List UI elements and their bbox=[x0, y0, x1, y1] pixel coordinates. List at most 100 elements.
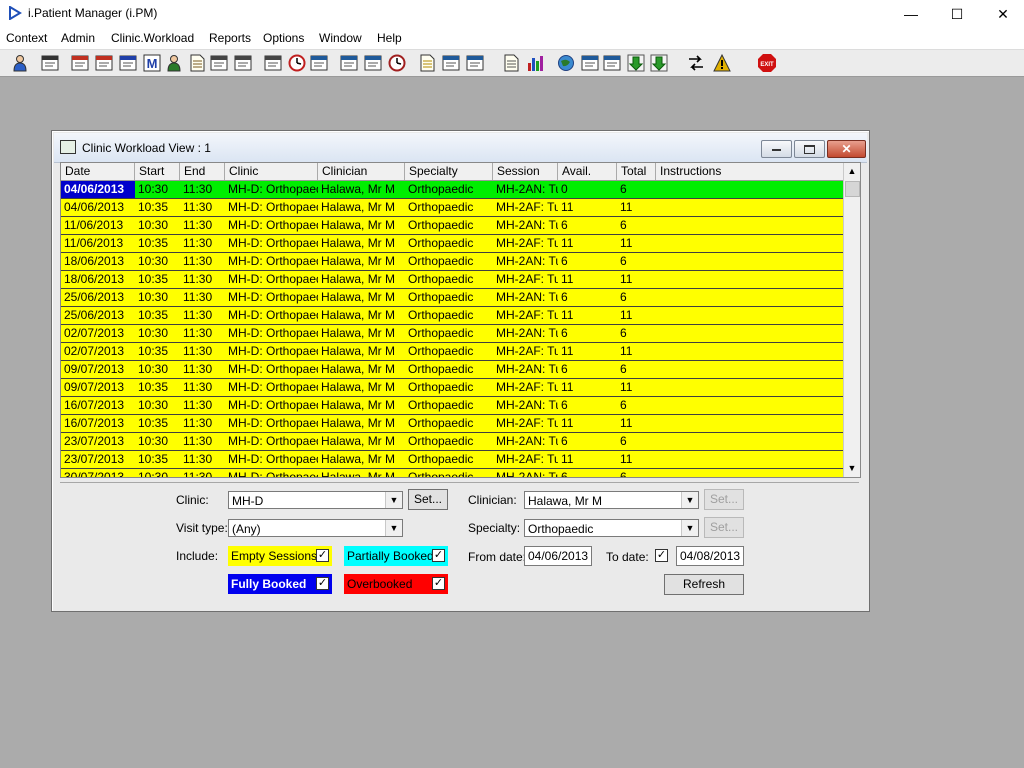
to-date-checkbox[interactable]: ✓ bbox=[655, 549, 668, 562]
column-header-session[interactable]: Session bbox=[493, 163, 558, 180]
letter-m-toolbar-button[interactable]: M bbox=[141, 52, 163, 74]
search-toolbar-button[interactable] bbox=[262, 52, 284, 74]
scroll-up-icon[interactable]: ▲ bbox=[844, 163, 860, 180]
column-header-end[interactable]: End bbox=[180, 163, 225, 180]
table-row[interactable]: 04/06/201310:30 11:30 MH-D: OrthopaedicHal… bbox=[61, 181, 844, 199]
cell-instructions bbox=[656, 397, 844, 414]
chart-toolbar-button[interactable] bbox=[524, 52, 546, 74]
clinician-set-button[interactable]: Set... bbox=[704, 489, 744, 510]
clinic-select[interactable]: MH-D ▼ bbox=[228, 491, 403, 509]
book-toolbar-button[interactable] bbox=[69, 52, 91, 74]
table-row[interactable]: 25/06/2013 10:35 11:30 MH-D: OrthopaedicHal… bbox=[61, 307, 844, 325]
menu-window[interactable]: Window bbox=[319, 31, 362, 45]
chevron-down-icon[interactable]: ▼ bbox=[385, 492, 402, 508]
table-row[interactable]: 16/07/2013 10:35 11:30 MH-D: OrthopaedicHal… bbox=[61, 415, 844, 433]
clock-toolbar-button[interactable] bbox=[286, 52, 308, 74]
scroll-down-icon[interactable]: ▼ bbox=[844, 460, 860, 477]
chevron-down-icon[interactable]: ▼ bbox=[385, 520, 402, 536]
chevron-down-icon[interactable]: ▼ bbox=[681, 520, 698, 536]
specialty-set-button[interactable]: Set... bbox=[704, 517, 744, 538]
menu-options[interactable]: Options bbox=[263, 31, 304, 45]
target-toolbar-button[interactable] bbox=[386, 52, 408, 74]
legend-overbooked[interactable]: Overbooked ✓ bbox=[344, 574, 448, 594]
table-row[interactable]: 02/07/2013 10:30 11:30 MH-D: OrthopaedicHal… bbox=[61, 325, 844, 343]
fully-booked-checkbox[interactable]: ✓ bbox=[316, 577, 329, 590]
column-header-instructions[interactable]: Instructions bbox=[656, 163, 844, 180]
warning-toolbar-button[interactable] bbox=[711, 52, 733, 74]
legend-fully-booked[interactable]: Fully Booked ✓ bbox=[228, 574, 332, 594]
table-row[interactable]: 23/07/2013 10:30 11:30 MH-D: OrthopaedicHal… bbox=[61, 433, 844, 451]
minimize-button[interactable]: — bbox=[888, 0, 934, 28]
table-row[interactable]: 18/06/2013 10:30 11:30 MH-D: OrthopaedicHal… bbox=[61, 253, 844, 271]
visit-type-select[interactable]: (Any) ▼ bbox=[228, 519, 403, 537]
table-row[interactable]: 11/06/2013 10:30 11:30 MH-D: OrthopaedicHal… bbox=[61, 217, 844, 235]
clinician-select[interactable]: Halawa, Mr M ▼ bbox=[524, 491, 699, 509]
specialty-select[interactable]: Orthopaedic ▼ bbox=[524, 519, 699, 537]
menu-clinic-workload[interactable]: Clinic.Workload bbox=[111, 31, 194, 45]
column-header-clinician[interactable]: Clinician bbox=[318, 163, 405, 180]
table-row[interactable]: 09/07/2013 10:30 11:30 MH-D: OrthopaedicHal… bbox=[61, 361, 844, 379]
checklist-toolbar-button[interactable] bbox=[579, 52, 601, 74]
notes-toolbar-button[interactable] bbox=[186, 52, 208, 74]
overbooked-checkbox[interactable]: ✓ bbox=[432, 577, 445, 590]
partially-booked-checkbox[interactable]: ✓ bbox=[432, 549, 445, 562]
table-row[interactable]: 25/06/2013 10:30 11:30 MH-D: OrthopaedicHal… bbox=[61, 289, 844, 307]
list-toolbar-button[interactable] bbox=[362, 52, 384, 74]
window-close-button[interactable]: ✕ bbox=[827, 140, 866, 158]
column-header-total[interactable]: Total bbox=[617, 163, 656, 180]
doctor-toolbar-button[interactable] bbox=[163, 52, 185, 74]
patient-toolbar-button[interactable] bbox=[9, 52, 31, 74]
referral-toolbar-button[interactable] bbox=[208, 52, 230, 74]
table-row[interactable]: 11/06/2013 10:35 11:30 MH-D: OrthopaedicHal… bbox=[61, 235, 844, 253]
refresh-button[interactable]: Refresh bbox=[664, 574, 744, 595]
scroll-thumb[interactable] bbox=[845, 181, 860, 197]
document-toolbar-button[interactable] bbox=[500, 52, 522, 74]
table-row[interactable]: 23/07/2013 10:35 11:30 MH-D: OrthopaedicHal… bbox=[61, 451, 844, 469]
column-header-clinic[interactable]: Clinic bbox=[225, 163, 318, 180]
window-toolbar-button[interactable] bbox=[338, 52, 360, 74]
clinic-set-button[interactable]: Set... bbox=[408, 489, 448, 510]
refresh-green-toolbar-button[interactable] bbox=[648, 52, 670, 74]
window-restore-button[interactable] bbox=[794, 140, 825, 158]
table-row[interactable]: 02/07/2013 10:35 11:30 MH-D: OrthopaedicHal… bbox=[61, 343, 844, 361]
chevron-down-icon[interactable]: ▼ bbox=[681, 492, 698, 508]
bed-toolbar-button[interactable] bbox=[440, 52, 462, 74]
table-row[interactable]: 18/06/2013 10:35 11:30 MH-D: OrthopaedicHal… bbox=[61, 271, 844, 289]
printer-toolbar-button[interactable] bbox=[39, 52, 61, 74]
menu-admin[interactable]: Admin bbox=[61, 31, 95, 45]
menu-context[interactable]: Context bbox=[6, 31, 47, 45]
monitor-toolbar-button[interactable] bbox=[308, 52, 330, 74]
from-date-field[interactable]: 04/06/2013 bbox=[524, 546, 592, 566]
swap-toolbar-button[interactable] bbox=[685, 52, 707, 74]
cell-specialty: Orthopaedic bbox=[408, 308, 474, 322]
window-minimize-button[interactable] bbox=[761, 140, 792, 158]
legend-partially-booked[interactable]: Partially Booked ✓ bbox=[344, 546, 448, 566]
column-header-start[interactable]: Start bbox=[135, 163, 180, 180]
folder-toolbar-button[interactable] bbox=[93, 52, 115, 74]
column-header-date[interactable]: Date bbox=[61, 163, 135, 180]
close-button[interactable]: ✕ bbox=[980, 0, 1024, 28]
legend-empty-sessions[interactable]: Empty Sessions ✓ bbox=[228, 546, 332, 566]
arrow-down-green-toolbar-button[interactable] bbox=[625, 52, 647, 74]
table-row[interactable]: 04/06/2013 10:35 11:30 MH-D: OrthopaedicHal… bbox=[61, 199, 844, 217]
workload-grid[interactable]: Date Start End Clinic Clinician Specialt… bbox=[60, 162, 861, 478]
globe-toolbar-button[interactable] bbox=[555, 52, 577, 74]
maximize-button[interactable]: ☐ bbox=[934, 0, 980, 28]
menu-help[interactable]: Help bbox=[377, 31, 402, 45]
vertical-scrollbar[interactable]: ▲ ▼ bbox=[843, 163, 860, 477]
empty-sessions-checkbox[interactable]: ✓ bbox=[316, 549, 329, 562]
admission-toolbar-button[interactable] bbox=[464, 52, 486, 74]
menu-reports[interactable]: Reports bbox=[209, 31, 251, 45]
exit-toolbar-button[interactable]: EXIT bbox=[756, 52, 778, 74]
cell-start: 10:30 bbox=[138, 290, 169, 304]
table-row[interactable]: 09/07/2013 10:35 11:30 MH-D: OrthopaedicHal… bbox=[61, 379, 844, 397]
table-row[interactable]: 16/07/2013 10:30 11:30 MH-D: OrthopaedicHal… bbox=[61, 397, 844, 415]
memo-toolbar-button[interactable] bbox=[416, 52, 438, 74]
to-date-field[interactable]: 04/08/2013 bbox=[676, 546, 744, 566]
transfer-toolbar-button[interactable] bbox=[232, 52, 254, 74]
table-row[interactable]: 30/07/2013 10:30 11:30 MH-D: OrthopaedicHal… bbox=[61, 469, 844, 477]
column-header-avail[interactable]: Avail. bbox=[558, 163, 617, 180]
checklist-down-toolbar-button[interactable] bbox=[601, 52, 623, 74]
column-header-specialty[interactable]: Specialty bbox=[405, 163, 493, 180]
calendar-toolbar-button[interactable] bbox=[117, 52, 139, 74]
